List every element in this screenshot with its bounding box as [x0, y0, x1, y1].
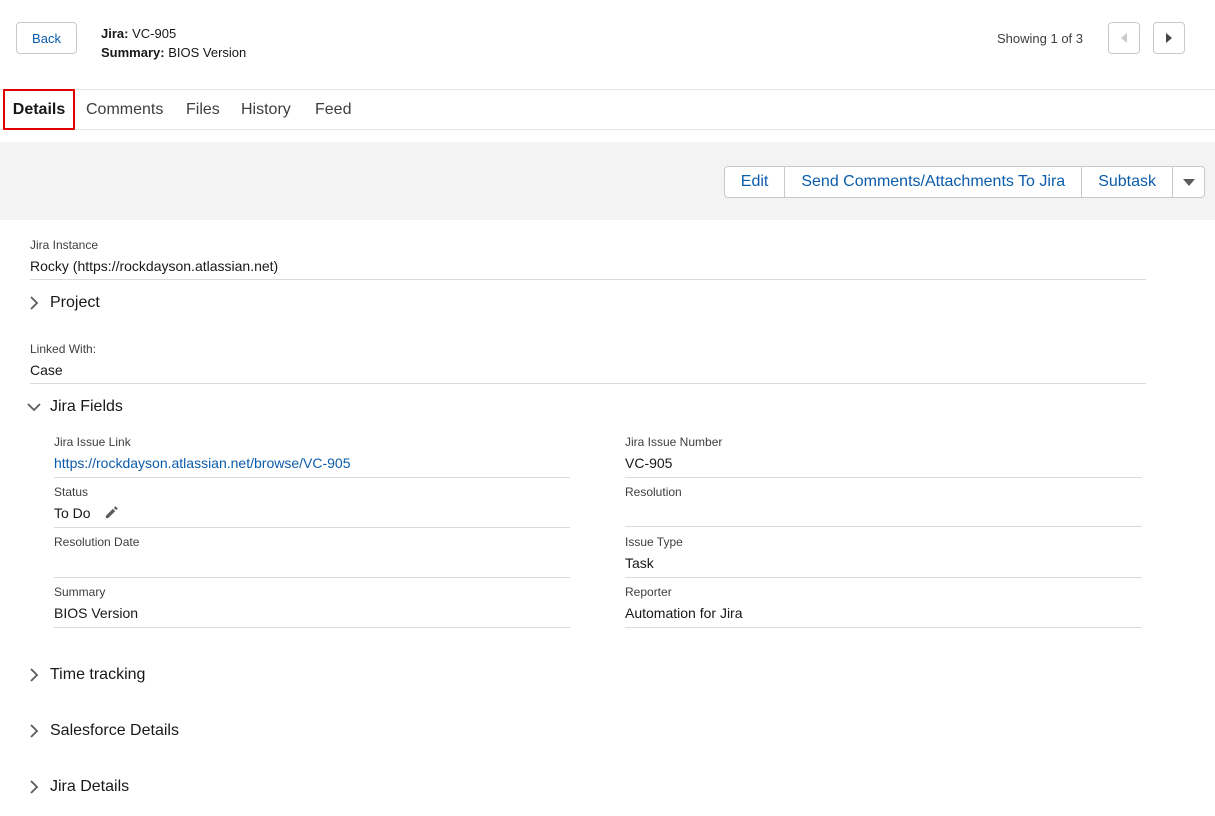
section-project[interactable]: Project: [26, 294, 100, 312]
tab-details[interactable]: Details: [3, 89, 75, 130]
tab-comments[interactable]: Comments: [86, 90, 163, 130]
action-button-group: Edit Send Comments/Attachments To Jira S…: [723, 166, 1205, 198]
linked-with-field: Linked With: Case: [30, 342, 1146, 384]
section-salesforce-details[interactable]: Salesforce Details: [26, 722, 179, 740]
jira-instance-value: Rocky (https://rockdayson.atlassian.net): [30, 258, 279, 274]
more-actions-button[interactable]: [1173, 167, 1204, 197]
pagination-status: Showing 1 of 3: [997, 31, 1084, 46]
jira-issue-link-label: Jira Issue Link: [54, 435, 131, 449]
jira-issue-number-field: Jira Issue Number VC-905: [625, 435, 1142, 478]
summary-field: Summary BIOS Version: [54, 585, 570, 628]
section-jira-fields[interactable]: Jira Fields: [26, 398, 123, 416]
edit-button[interactable]: Edit: [725, 167, 786, 197]
tab-files[interactable]: Files: [186, 90, 220, 130]
dropdown-caret-icon: [1182, 178, 1195, 186]
next-arrow-icon: [1166, 33, 1172, 43]
chevron-right-icon: [26, 723, 42, 739]
previous-record-button[interactable]: [1108, 22, 1140, 54]
pencil-icon[interactable]: [104, 505, 119, 523]
jira-instance-field: Jira Instance Rocky (https://rockdayson.…: [30, 238, 1146, 280]
record-header: Back Jira: VC-905 Summary: BIOS Version …: [0, 0, 1215, 90]
linked-with-value: Case: [30, 362, 63, 378]
next-record-button[interactable]: [1153, 22, 1185, 54]
jira-key-value: VC-905: [132, 26, 177, 41]
section-salesforce-details-title: Salesforce Details: [50, 722, 179, 739]
reporter-label: Reporter: [625, 585, 672, 599]
reporter-value: Automation for Jira: [625, 605, 743, 621]
issue-type-value: Task: [625, 555, 654, 571]
tab-history[interactable]: History: [241, 90, 291, 130]
back-button[interactable]: Back: [16, 22, 77, 54]
resolution-field: Resolution: [625, 485, 1142, 527]
summary-value: BIOS Version: [168, 45, 247, 60]
summary-label: Summary:: [101, 45, 165, 60]
record-info: Jira: VC-905 Summary: BIOS Version: [101, 24, 246, 62]
summary-field-value: BIOS Version: [54, 605, 139, 621]
section-jira-details-title: Jira Details: [50, 778, 130, 795]
jira-key-label: Jira:: [101, 26, 129, 41]
status-field: Status To Do: [54, 485, 570, 528]
status-value: To Do: [54, 505, 91, 521]
chevron-right-icon: [26, 779, 42, 795]
section-project-title: Project: [50, 294, 100, 311]
summary-line: Summary: BIOS Version: [101, 43, 246, 62]
issue-type-label: Issue Type: [625, 535, 683, 549]
send-comments-attachments-button[interactable]: Send Comments/Attachments To Jira: [785, 167, 1083, 197]
section-time-tracking-title: Time tracking: [50, 666, 146, 683]
jira-issue-link-value-wrap: https://rockdayson.atlassian.net/browse/…: [54, 455, 351, 471]
issue-type-field: Issue Type Task: [625, 535, 1142, 578]
jira-issue-link[interactable]: https://rockdayson.atlassian.net/browse/…: [54, 455, 351, 471]
prev-arrow-icon: [1121, 33, 1127, 43]
chevron-down-icon: [26, 399, 42, 415]
linked-with-label: Linked With:: [30, 342, 97, 356]
reporter-field: Reporter Automation for Jira: [625, 585, 1142, 628]
section-jira-details[interactable]: Jira Details: [26, 778, 129, 796]
section-time-tracking[interactable]: Time tracking: [26, 666, 145, 684]
chevron-right-icon: [26, 667, 42, 683]
tab-bar: Details Comments Files History Feed: [0, 89, 1215, 130]
resolution-date-label: Resolution Date: [54, 535, 140, 549]
action-bar: Edit Send Comments/Attachments To Jira S…: [0, 142, 1215, 220]
status-label: Status: [54, 485, 89, 499]
jira-issue-number-value: VC-905: [625, 455, 673, 471]
subtask-button[interactable]: Subtask: [1082, 167, 1173, 197]
tab-feed[interactable]: Feed: [315, 90, 351, 130]
jira-issue-number-label: Jira Issue Number: [625, 435, 723, 449]
chevron-right-icon: [26, 295, 42, 311]
jira-issue-link-field: Jira Issue Link https://rockdayson.atlas…: [54, 435, 570, 478]
jira-key-line: Jira: VC-905: [101, 24, 246, 43]
resolution-date-field: Resolution Date: [54, 535, 570, 578]
resolution-label: Resolution: [625, 485, 682, 499]
section-jira-fields-title: Jira Fields: [50, 398, 123, 415]
jira-instance-label: Jira Instance: [30, 238, 99, 252]
status-value-wrap: To Do: [54, 505, 119, 523]
summary-field-label: Summary: [54, 585, 106, 599]
